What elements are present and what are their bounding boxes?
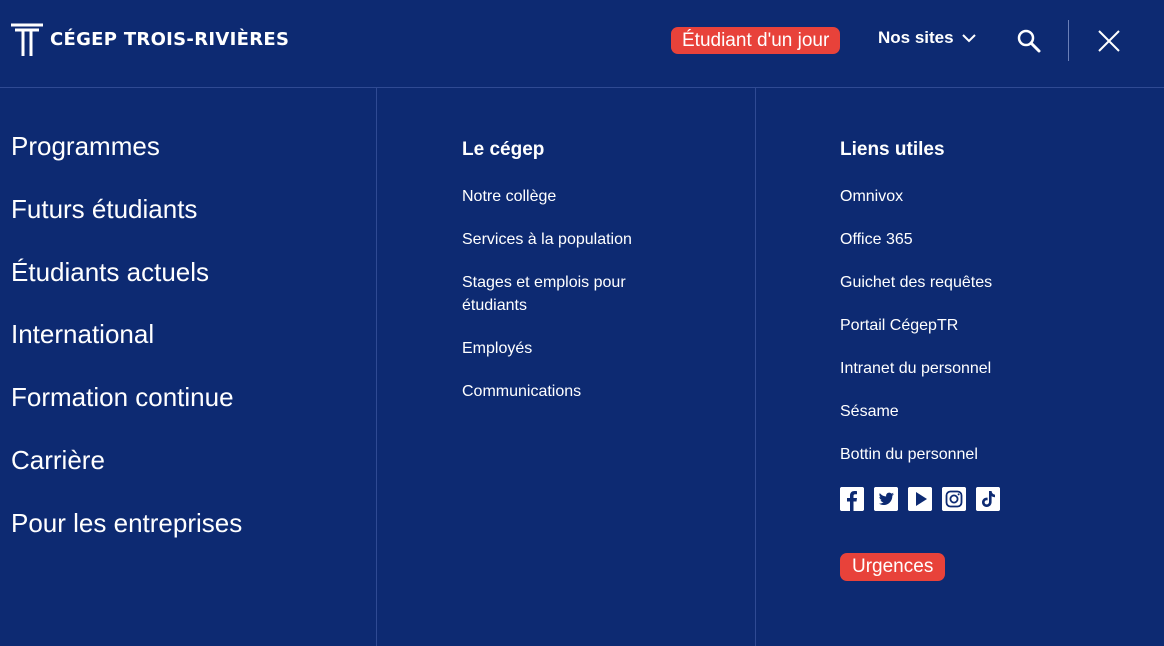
social-links xyxy=(840,487,1000,511)
urgences-button[interactable]: Urgences xyxy=(840,553,946,581)
instagram-icon[interactable] xyxy=(942,487,966,511)
tiktok-icon[interactable] xyxy=(976,487,1000,511)
logo-text: CÉGEP TROIS-RIVIÈRES xyxy=(50,28,290,50)
link-employes[interactable]: Employés xyxy=(462,337,702,360)
chevron-down-icon xyxy=(961,33,976,42)
link-notre-college[interactable]: Notre collège xyxy=(462,185,702,208)
search-icon[interactable] xyxy=(1016,28,1042,54)
link-bottin-personnel[interactable]: Bottin du personnel xyxy=(840,443,992,466)
link-stages-emplois[interactable]: Stages et emplois pour étudiants xyxy=(462,271,652,317)
etudiant-dun-jour-button[interactable]: Étudiant d'un jour xyxy=(671,27,841,54)
main-nav-item-futurs-etudiants[interactable]: Futurs étudiants xyxy=(11,189,242,252)
header-divider xyxy=(1068,20,1069,61)
column-divider xyxy=(755,87,756,646)
site-header: CÉGEP TROIS-RIVIÈRES Étudiant d'un jour … xyxy=(0,0,1164,88)
column-divider xyxy=(376,87,377,646)
link-office-365[interactable]: Office 365 xyxy=(840,228,992,251)
main-nav-item-programmes[interactable]: Programmes xyxy=(11,126,242,189)
main-nav-item-formation-continue[interactable]: Formation continue xyxy=(11,377,242,440)
liens-utiles-heading: Liens utiles xyxy=(840,139,945,160)
close-icon[interactable] xyxy=(1097,29,1121,53)
main-nav-item-pour-les-entreprises[interactable]: Pour les entreprises xyxy=(11,503,242,566)
liens-utiles-section: Liens utiles Omnivox Office 365 Guichet … xyxy=(840,137,992,486)
link-communications[interactable]: Communications xyxy=(462,380,702,403)
youtube-icon[interactable] xyxy=(908,487,932,511)
link-guichet-requetes[interactable]: Guichet des requêtes xyxy=(840,271,992,294)
le-cegep-heading: Le cégep xyxy=(462,139,545,160)
link-intranet-personnel[interactable]: Intranet du personnel xyxy=(840,357,992,380)
main-nav-item-carriere[interactable]: Carrière xyxy=(11,440,242,503)
link-services-population[interactable]: Services à la population xyxy=(462,228,702,251)
logo-link[interactable]: CÉGEP TROIS-RIVIÈRES xyxy=(11,22,289,56)
link-sesame[interactable]: Sésame xyxy=(840,400,992,423)
twitter-icon[interactable] xyxy=(874,487,898,511)
nos-sites-dropdown[interactable]: Nos sites xyxy=(878,28,976,48)
facebook-icon[interactable] xyxy=(840,487,864,511)
nos-sites-label: Nos sites xyxy=(878,28,954,47)
main-nav-item-international[interactable]: International xyxy=(11,314,242,377)
link-portail-cegeptr[interactable]: Portail CégepTR xyxy=(840,314,992,337)
main-nav-item-etudiants-actuels[interactable]: Étudiants actuels xyxy=(11,252,242,315)
cegep-logo-icon xyxy=(11,23,43,56)
main-navigation: Programmes Futurs étudiants Étudiants ac… xyxy=(11,126,242,566)
le-cegep-section: Le cégep Notre collège Services à la pop… xyxy=(462,137,702,423)
link-omnivox[interactable]: Omnivox xyxy=(840,185,992,208)
